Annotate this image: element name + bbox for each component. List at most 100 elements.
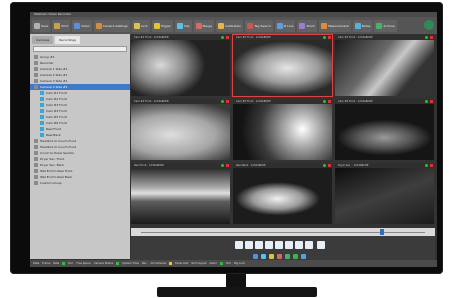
camera-icon bbox=[40, 97, 44, 101]
skip-start-icon[interactable] bbox=[245, 241, 253, 249]
toolbar-button[interactable]: Measurement bbox=[319, 19, 351, 32]
status-indicator-icon bbox=[62, 262, 66, 265]
camera-icon bbox=[34, 73, 38, 77]
close-icon[interactable] bbox=[430, 164, 433, 167]
camera-feed[interactable] bbox=[131, 104, 230, 160]
camera-tile[interactable]: Cam #3 Front · 1234ABCDE bbox=[335, 35, 434, 96]
toolbar-icon bbox=[217, 22, 224, 29]
toolbar-icon bbox=[299, 22, 306, 29]
tool-icon[interactable] bbox=[285, 254, 290, 259]
camera-feed[interactable] bbox=[335, 168, 434, 224]
toolbar-button[interactable]: Tag Search bbox=[245, 19, 273, 32]
sidebar-tab[interactable]: Cameras bbox=[32, 36, 54, 44]
camera-icon bbox=[40, 121, 44, 125]
camera-tile[interactable]: Reel Back · 1234ABCDE bbox=[233, 163, 332, 224]
close-icon[interactable] bbox=[328, 100, 331, 103]
camera-tile[interactable]: Cam #2 Front · 1234ABCDE bbox=[232, 34, 333, 97]
toolbar-button-label: Calibration bbox=[224, 23, 242, 28]
camera-feed[interactable] bbox=[233, 40, 332, 96]
toolbar-button[interactable]: Trigger bbox=[151, 19, 173, 32]
toolbar-button[interactable]: Camera Settings bbox=[93, 19, 130, 32]
sidebar-tab[interactable]: Recordings bbox=[55, 36, 80, 44]
status-bar: Date Frame Rate Dur. Free Space Camera Status… bbox=[30, 260, 437, 267]
status-item: Show Grid bbox=[175, 262, 189, 265]
status-indicator-icon bbox=[169, 262, 173, 265]
toolbar-button-label: Pi Line bbox=[283, 23, 294, 28]
toolbar-button[interactable]: Archive bbox=[374, 19, 397, 32]
toolbar-button-label: Zoom bbox=[306, 23, 316, 28]
camera-icon[interactable] bbox=[235, 241, 243, 249]
tool-icon[interactable] bbox=[261, 254, 266, 259]
toolbar-button-label: Video bbox=[81, 23, 90, 28]
toolbar-button[interactable]: Clip bbox=[174, 19, 192, 32]
rewind-icon[interactable] bbox=[265, 241, 273, 249]
camera-tile[interactable]: Dryer Sec. · 1234ABCDE bbox=[335, 163, 434, 224]
camera-tile[interactable]: Cam #4 Front · 1234ABCDE bbox=[131, 99, 230, 160]
camera-tile[interactable]: Reel Front · 1234ABCDE bbox=[131, 163, 230, 224]
toolbar-icon bbox=[133, 22, 140, 29]
camera-feed[interactable] bbox=[233, 104, 332, 160]
tree-item-label: Recorder bbox=[40, 61, 54, 65]
step-back-icon[interactable] bbox=[255, 241, 263, 249]
camera-icon bbox=[34, 175, 38, 179]
toolbar-icon bbox=[321, 22, 328, 29]
toolbar-button[interactable]: Calibration bbox=[215, 19, 244, 32]
toolbar-button[interactable]: Merge bbox=[193, 19, 214, 32]
timeline-scrubber[interactable] bbox=[380, 229, 385, 235]
tree-item[interactable]: Custom Group bbox=[30, 180, 130, 186]
tree-item-label: Dryer Sec. Front bbox=[40, 157, 65, 161]
play-icon[interactable] bbox=[285, 241, 293, 249]
sidebar-search-input[interactable] bbox=[33, 46, 127, 52]
toolbar-button[interactable]: Print bbox=[52, 19, 71, 32]
camera-feed[interactable] bbox=[131, 168, 230, 224]
toolbar-button[interactable]: Video bbox=[72, 19, 92, 32]
tree-item-label: Headbox to Couch Front bbox=[40, 139, 77, 143]
tool-icon[interactable] bbox=[293, 254, 298, 259]
step-forward-icon[interactable] bbox=[295, 241, 303, 249]
camera-feed[interactable] bbox=[233, 168, 332, 224]
camera-tile[interactable]: Cam #1 Front · 1234ABCDE bbox=[131, 35, 230, 96]
close-icon[interactable] bbox=[430, 100, 433, 103]
fullscreen-icon[interactable] bbox=[317, 241, 325, 249]
tool-icon[interactable] bbox=[277, 254, 282, 259]
tool-icon[interactable] bbox=[253, 254, 258, 259]
camera-feed[interactable] bbox=[335, 104, 434, 160]
status-item: Grid Layout bbox=[191, 262, 207, 265]
toolbar-button[interactable]: Pi Line bbox=[274, 19, 296, 32]
status-item: PLC bbox=[226, 262, 231, 265]
status-item: Camera Status bbox=[93, 262, 114, 265]
camera-icon bbox=[34, 145, 38, 149]
tree-item-label: Cam #6 Front bbox=[46, 121, 67, 125]
camera-icon bbox=[34, 61, 38, 65]
tree-item-label: Custom Group bbox=[40, 181, 62, 185]
close-icon[interactable] bbox=[226, 100, 229, 103]
toolbar-button[interactable]: Save bbox=[32, 19, 51, 32]
recording-status-icon bbox=[221, 36, 224, 39]
tree-item-label: Reel Front bbox=[46, 127, 62, 131]
tree-item-label: Camera 1 Side #1 bbox=[40, 67, 68, 71]
playback-timeline[interactable] bbox=[131, 228, 435, 236]
close-icon[interactable] bbox=[328, 164, 331, 167]
recording-status-icon bbox=[425, 164, 428, 167]
camera-tile[interactable]: Cam #6 Front · 1234ABCDE bbox=[335, 99, 434, 160]
toolbar-button-label: Measurement bbox=[328, 23, 349, 28]
camera-feed[interactable] bbox=[335, 40, 434, 96]
close-icon[interactable] bbox=[226, 36, 229, 39]
skip-end-icon[interactable] bbox=[305, 241, 313, 249]
status-item: Date bbox=[33, 262, 40, 265]
toolbar-button[interactable]: Notes bbox=[352, 19, 373, 32]
exit-icon[interactable] bbox=[424, 20, 434, 30]
toolbar-button[interactable]: Zoom bbox=[297, 19, 318, 32]
tool-icon[interactable] bbox=[269, 254, 274, 259]
tree-item-label: Cam #2 Front bbox=[46, 97, 67, 101]
close-icon[interactable] bbox=[328, 36, 331, 39]
status-item: Alarm bbox=[209, 262, 218, 265]
recording-status-icon bbox=[323, 36, 326, 39]
close-icon[interactable] bbox=[430, 36, 433, 39]
camera-tile[interactable]: Cam #5 Front · 1234ABCDE bbox=[233, 99, 332, 160]
stop-icon[interactable] bbox=[275, 241, 283, 249]
camera-feed[interactable] bbox=[131, 40, 230, 96]
tool-icon[interactable] bbox=[301, 254, 306, 259]
toolbar-button[interactable]: Lock bbox=[131, 19, 150, 32]
close-icon[interactable] bbox=[226, 164, 229, 167]
